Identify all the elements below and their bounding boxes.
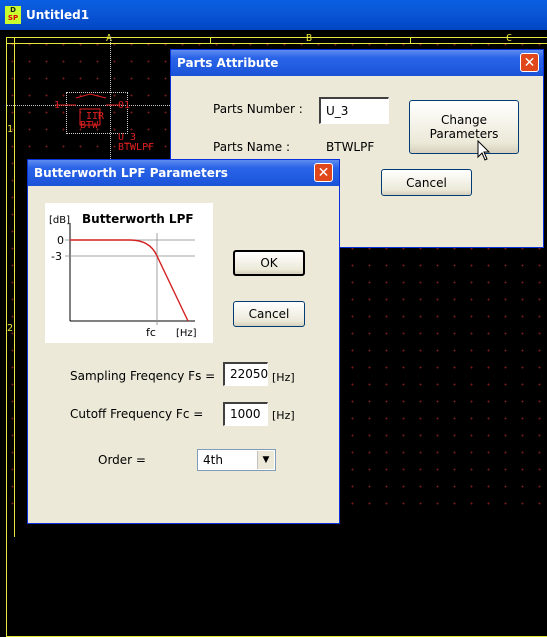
cutoff-frequency-label: Cutoff Frequency Fc = (70, 407, 204, 421)
change-parameters-label-line1: Change (441, 113, 487, 127)
part-symbol-graphic (55, 93, 120, 126)
sampling-frequency-unit: [Hz] (272, 371, 295, 384)
plot-y-tick-0: 0 (57, 234, 64, 247)
mouse-cursor-icon (477, 140, 491, 161)
column-divider (410, 37, 411, 43)
butterworth-lpf-titlebar[interactable]: Butterworth LPF Parameters ✕ (28, 160, 339, 186)
frequency-response-plot: [dB] Butterworth LPF 0 -3 fc [Hz] (45, 203, 213, 343)
parts-number-label: Parts Number : (213, 102, 303, 116)
parts-attribute-title: Parts Attribute (177, 56, 279, 70)
plot-x-tick-fc: fc (146, 326, 156, 339)
close-icon[interactable]: ✕ (314, 163, 333, 182)
cutoff-frequency-field[interactable]: 1000 (223, 402, 268, 426)
app-dsp-icon: D SP (5, 6, 21, 24)
sampling-frequency-label: Sampling Freqency Fs = (70, 369, 216, 383)
column-divider (210, 37, 211, 43)
plot-x-unit-label: [Hz] (176, 328, 197, 339)
parts-name-value: BTWLPF (326, 140, 375, 154)
column-label-c: C (506, 33, 513, 44)
app-icon-top: D (10, 6, 16, 14)
order-label: Order = (98, 453, 146, 467)
parts-number-field[interactable]: U_3 (319, 97, 389, 124)
part-symbol-bottom-text: BTW (80, 120, 99, 131)
plot-y-tick-minus3: -3 (51, 250, 62, 263)
row-label-1: 1 (7, 124, 14, 135)
change-parameters-button[interactable]: Change Parameters (409, 100, 519, 154)
chevron-down-icon[interactable]: ▼ (257, 451, 274, 469)
plot-title: Butterworth LPF (82, 212, 194, 226)
parts-name-label: Parts Name : (213, 140, 291, 154)
sampling-frequency-field[interactable]: 22050 (223, 362, 268, 386)
part-pin-right-label: 01 (118, 100, 131, 111)
butterworth-cancel-button[interactable]: Cancel (233, 301, 305, 327)
sheet-border-header-line (6, 43, 547, 44)
ok-button[interactable]: OK (233, 250, 305, 276)
app-titlebar: D SP Untitled1 (0, 0, 547, 30)
sheet-border-left-line (14, 37, 15, 537)
plot-y-unit-label: [dB] (49, 215, 70, 226)
change-parameters-label-line2: Parameters (429, 127, 499, 141)
cutoff-frequency-unit: [Hz] (272, 409, 295, 422)
column-label-b: B (306, 33, 313, 44)
parts-attribute-titlebar[interactable]: Parts Attribute ✕ (171, 50, 543, 76)
part-pin-left-label: 1 (54, 100, 61, 111)
app-title: Untitled1 (26, 8, 90, 22)
lpf-response-curve (70, 239, 189, 322)
close-icon[interactable]: ✕ (520, 53, 539, 72)
butterworth-lpf-dialog: Butterworth LPF Parameters ✕ [dB] Butter… (27, 159, 340, 524)
order-selected-value: 4th (203, 453, 223, 467)
app-icon-bottom: SP (7, 14, 19, 22)
row-label-2: 2 (7, 323, 14, 334)
part-name-label[interactable]: BTWLPF (118, 143, 154, 153)
parts-attribute-cancel-button[interactable]: Cancel (381, 169, 472, 196)
frequency-response-svg: [dB] Butterworth LPF 0 -3 fc [Hz] (49, 212, 197, 339)
butterworth-lpf-title: Butterworth LPF Parameters (34, 166, 228, 180)
order-select[interactable]: 4th ▼ (197, 449, 276, 471)
